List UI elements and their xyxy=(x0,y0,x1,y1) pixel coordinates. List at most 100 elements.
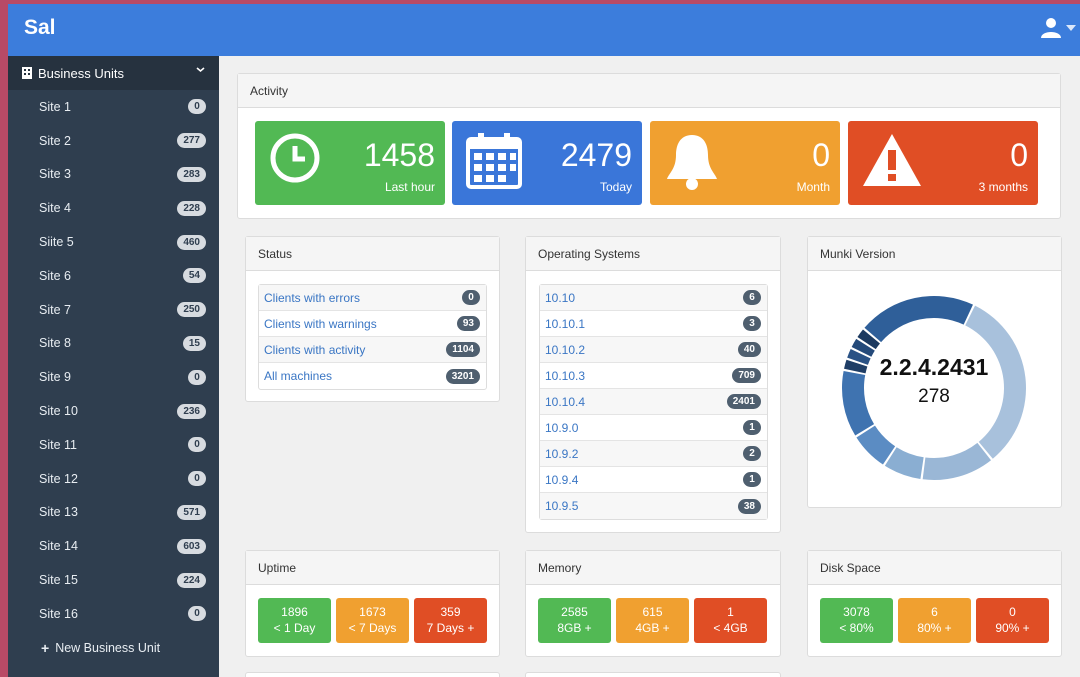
munki-version-donut-chart[interactable]: 2.2.4.2431 278 xyxy=(808,272,1061,508)
list-item-label: 10.9.4 xyxy=(545,472,579,487)
stat-label: 7 Days + xyxy=(426,621,475,635)
sidebar-item-label: Site 4 xyxy=(39,201,71,216)
count-badge: 224 xyxy=(177,572,206,588)
count-badge: 0 xyxy=(188,99,206,115)
activity-tile[interactable]: 0 Month xyxy=(650,121,840,205)
disk-stat-button[interactable]: 3078 < 80% xyxy=(820,598,893,643)
clock-icon xyxy=(268,131,322,190)
disk-stat-button[interactable]: 0 90% + xyxy=(976,598,1049,643)
panel-title: Munki Version xyxy=(808,237,1061,271)
sidebar-item-site[interactable]: Site 14 603 xyxy=(8,529,219,563)
stat-value: 615 xyxy=(642,605,663,619)
panel-title: Activity xyxy=(238,74,1060,108)
stat-label: < 80% xyxy=(839,621,874,635)
list-item[interactable]: All machines 3201 xyxy=(259,363,486,389)
bell-icon xyxy=(663,131,721,196)
list-item[interactable]: 10.10.3 709 xyxy=(540,363,767,389)
sidebar-item-site[interactable]: Site 9 0 xyxy=(8,360,219,394)
count-badge: 283 xyxy=(177,166,206,182)
sidebar-items: Site 1 0 Site 2 277 Site 3 283 Site 4 228 Siite … xyxy=(8,90,219,631)
disk-space-panel: Disk Space 3078 < 80% 6 80% + 0 90% + xyxy=(807,550,1062,657)
sidebar-item-label: Site 10 xyxy=(39,404,78,419)
list-item[interactable]: 10.9.0 1 xyxy=(540,415,767,441)
count-badge: 15 xyxy=(182,335,206,351)
uptime-stat-button[interactable]: 359 7 Days + xyxy=(414,598,487,643)
sidebar-header-business-units[interactable]: Business Units xyxy=(8,56,219,90)
sidebar-item-site[interactable]: Site 8 15 xyxy=(8,327,219,361)
donut-segment[interactable] xyxy=(965,305,1026,459)
list-item[interactable]: 10.9.5 38 xyxy=(540,493,767,519)
status-panel: Status Clients with errors 0 Clients with … xyxy=(245,236,500,402)
brand-logo[interactable]: Sal xyxy=(24,16,56,40)
activity-tile[interactable]: 2479 Today xyxy=(452,121,642,205)
list-item-label: 10.10.4 xyxy=(545,394,586,409)
memory-stat-button[interactable]: 2585 8GB + xyxy=(538,598,611,643)
sidebar-header-label: Business Units xyxy=(38,65,124,81)
sidebar-item-label: Site 7 xyxy=(39,302,71,317)
list-item[interactable]: 10.10.4 2401 xyxy=(540,389,767,415)
count-badge: 460 xyxy=(177,234,206,250)
list-item-label: 10.10.3 xyxy=(545,368,586,383)
new-business-unit-button[interactable]: + New Business Unit xyxy=(8,631,219,665)
munki-center-count: 278 xyxy=(918,386,950,407)
disk-stat-button[interactable]: 6 80% + xyxy=(898,598,971,643)
count-badge: 1 xyxy=(743,472,761,487)
user-menu[interactable] xyxy=(1040,16,1076,38)
building-icon xyxy=(22,67,32,79)
count-badge: 250 xyxy=(177,302,206,318)
sidebar-item-site[interactable]: Site 13 571 xyxy=(8,496,219,530)
tile-value: 0 xyxy=(1010,137,1028,173)
sidebar-item-label: Site 15 xyxy=(39,573,78,588)
list-item[interactable]: 10.10.1 3 xyxy=(540,311,767,337)
uptime-panel: Uptime 1896 < 1 Day 1673 < 7 Days 359 7 Days … xyxy=(245,550,500,657)
activity-tile[interactable]: 1458 Last hour xyxy=(255,121,445,205)
tile-label: 3 months xyxy=(978,180,1028,194)
sidebar-item-site[interactable]: Site 6 54 xyxy=(8,259,219,293)
sidebar-item-site[interactable]: Site 16 0 xyxy=(8,597,219,631)
stat-value: 1 xyxy=(727,605,734,619)
panel-title: Disk Space xyxy=(808,551,1061,585)
stat-value: 6 xyxy=(931,605,938,619)
donut-segment[interactable] xyxy=(856,425,896,465)
stat-label: 80% + xyxy=(917,621,952,635)
list-item-label: 10.9.2 xyxy=(545,446,579,461)
sidebar-item-label: Site 13 xyxy=(39,505,78,520)
uptime-stat-button[interactable]: 1896 < 1 Day xyxy=(258,598,331,643)
donut-segment[interactable] xyxy=(922,442,992,480)
donut-segment[interactable] xyxy=(841,370,875,436)
sidebar-item-site[interactable]: Site 4 228 xyxy=(8,191,219,225)
list-item[interactable]: Clients with errors 0 xyxy=(259,285,486,311)
chevron-down-icon xyxy=(196,67,205,73)
warning-icon xyxy=(861,131,923,196)
sidebar-item-label: Site 11 xyxy=(39,437,77,452)
list-item-label: 10.10.2 xyxy=(545,342,586,357)
uptime-stat-button[interactable]: 1673 < 7 Days xyxy=(336,598,409,643)
top-navbar: Sal xyxy=(8,4,1080,56)
memory-stat-button[interactable]: 615 4GB + xyxy=(616,598,689,643)
sidebar-item-site[interactable]: Site 15 224 xyxy=(8,563,219,597)
sidebar-item-site[interactable]: Site 12 0 xyxy=(8,462,219,496)
memory-stat-button[interactable]: 1 < 4GB xyxy=(694,598,767,643)
list-item[interactable]: 10.10.2 40 xyxy=(540,337,767,363)
list-item[interactable]: 10.9.2 2 xyxy=(540,441,767,467)
sidebar-item-site[interactable]: Site 3 283 xyxy=(8,158,219,192)
sidebar-item-site[interactable]: Siite 5 460 xyxy=(8,225,219,259)
list-item[interactable]: 10.10 6 xyxy=(540,285,767,311)
activity-tile[interactable]: 0 3 months xyxy=(848,121,1038,205)
sidebar-item-site[interactable]: Site 1 0 xyxy=(8,90,219,124)
memory-panel: Memory 2585 8GB + 615 4GB + 1 < 4GB xyxy=(525,550,781,657)
panel-partial xyxy=(525,672,781,677)
donut-segment[interactable] xyxy=(864,296,973,343)
panel-title: Status xyxy=(246,237,499,271)
sidebar-item-label: Siite 5 xyxy=(39,235,74,250)
list-item[interactable]: Clients with activity 1104 xyxy=(259,337,486,363)
list-item[interactable]: 10.9.4 1 xyxy=(540,467,767,493)
list-item[interactable]: Clients with warnings 93 xyxy=(259,311,486,337)
sidebar-item-site[interactable]: Site 2 277 xyxy=(8,124,219,158)
count-badge: 0 xyxy=(188,437,206,453)
new-business-unit-label: New Business Unit xyxy=(55,640,161,655)
sidebar-item-site[interactable]: Site 11 0 xyxy=(8,428,219,462)
sidebar-item-site[interactable]: Site 10 236 xyxy=(8,394,219,428)
sidebar-item-site[interactable]: Site 7 250 xyxy=(8,293,219,327)
tile-value: 0 xyxy=(812,137,830,173)
